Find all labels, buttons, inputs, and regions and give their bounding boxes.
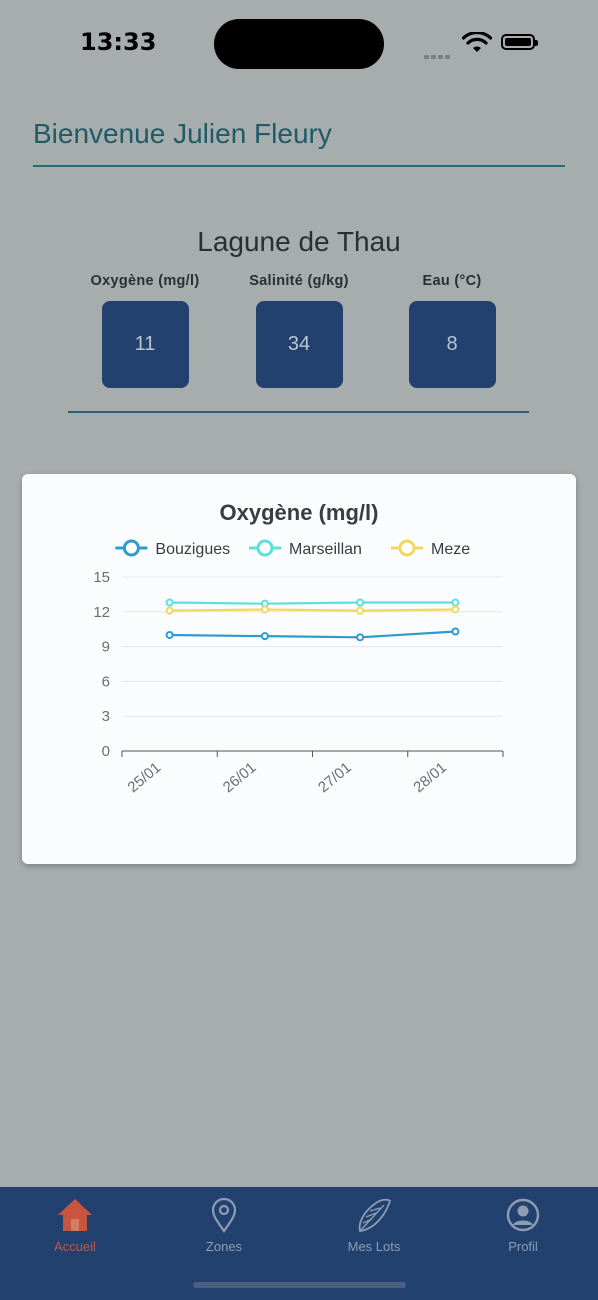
metric-label: Eau (°C) xyxy=(422,273,482,289)
tab-mes-lots[interactable]: Mes Lots xyxy=(324,1197,424,1254)
chart-grid xyxy=(122,576,503,717)
legend-marker xyxy=(398,539,416,557)
data-point xyxy=(451,605,460,614)
status-time: 13:33 xyxy=(80,28,157,56)
chart-legend: Bouzigues Marseillan Meze xyxy=(115,539,470,558)
tab-label: Profil xyxy=(508,1239,538,1254)
metric-value-box[interactable]: 11 xyxy=(101,301,189,388)
user-circle-icon xyxy=(506,1198,540,1232)
x-tick-label: 27/01 xyxy=(315,759,355,796)
legend-label: Meze xyxy=(431,541,470,558)
home-icon xyxy=(58,1199,92,1231)
legend-marker xyxy=(122,539,140,557)
tab-label: Zones xyxy=(205,1239,243,1254)
y-tick-label: 3 xyxy=(102,708,110,725)
shell-icon xyxy=(358,1198,392,1232)
home-indicator xyxy=(193,1282,406,1288)
metrics-divider xyxy=(68,411,529,413)
cellular-signal-icon xyxy=(424,46,452,64)
tab-label: Accueil xyxy=(54,1239,96,1254)
x-tick-label: 25/01 xyxy=(125,759,165,796)
chart-series xyxy=(165,598,460,642)
data-point xyxy=(356,633,365,642)
y-tick-label: 12 xyxy=(93,604,110,621)
oxygen-chart-card: Oxygène (mg/l) Bouzigues Marseillan Meze 0… xyxy=(22,474,576,864)
metric-label: Oxygène (mg/l) xyxy=(90,273,200,289)
data-point xyxy=(260,632,269,641)
series-line xyxy=(169,630,456,639)
y-tick-label: 6 xyxy=(102,673,110,690)
oxygen-chart: Oxygène (mg/l) Bouzigues Marseillan Meze 0… xyxy=(93,500,504,796)
tab-label: Mes Lots xyxy=(347,1239,401,1254)
zone-title: Lagune de Thau xyxy=(197,226,401,257)
bottom-tab-bar: Accueil Zones Mes Lots Profil xyxy=(0,1187,598,1300)
data-point xyxy=(451,598,460,607)
chart-title: Oxygène (mg/l) xyxy=(220,500,379,525)
dynamic-island xyxy=(214,19,384,69)
series-marseillan xyxy=(165,598,460,608)
battery-icon xyxy=(501,34,538,50)
series-meze xyxy=(165,605,460,615)
data-point xyxy=(356,598,365,607)
x-tick-label: 28/01 xyxy=(410,759,450,796)
legend-label: Marseillan xyxy=(289,541,362,558)
tab-zones[interactable]: Zones xyxy=(174,1197,274,1254)
metric-value-box[interactable]: 34 xyxy=(255,301,343,388)
data-point xyxy=(451,627,460,636)
tab-profil[interactable]: Profil xyxy=(473,1197,573,1254)
header-divider xyxy=(33,165,565,167)
metric-water-temperature: Eau (°C) 8 xyxy=(382,273,522,388)
y-tick-label: 15 xyxy=(93,569,110,586)
legend-label: Bouzigues xyxy=(155,541,230,558)
series-bouzigues xyxy=(165,627,460,642)
data-point xyxy=(260,605,269,614)
location-pin-icon xyxy=(211,1197,237,1233)
x-tick-label: 26/01 xyxy=(220,759,260,796)
data-point xyxy=(165,631,174,639)
metric-value-box[interactable]: 8 xyxy=(408,301,496,388)
legend-marker xyxy=(256,539,274,557)
y-tick-label: 0 xyxy=(102,743,110,760)
wifi-icon xyxy=(462,32,492,52)
tab-accueil[interactable]: Accueil xyxy=(25,1197,125,1254)
data-point xyxy=(165,606,174,615)
metric-salinity: Salinité (g/kg) 34 xyxy=(229,273,369,388)
y-tick-label: 9 xyxy=(102,639,110,656)
series-line xyxy=(169,601,456,605)
metric-oxygen: Oxygène (mg/l) 11 xyxy=(75,273,215,388)
welcome-title: Bienvenue Julien Fleury xyxy=(33,118,332,149)
series-line xyxy=(169,608,456,612)
data-point xyxy=(165,598,174,607)
data-point xyxy=(356,606,365,615)
metric-label: Salinité (g/kg) xyxy=(249,273,349,289)
